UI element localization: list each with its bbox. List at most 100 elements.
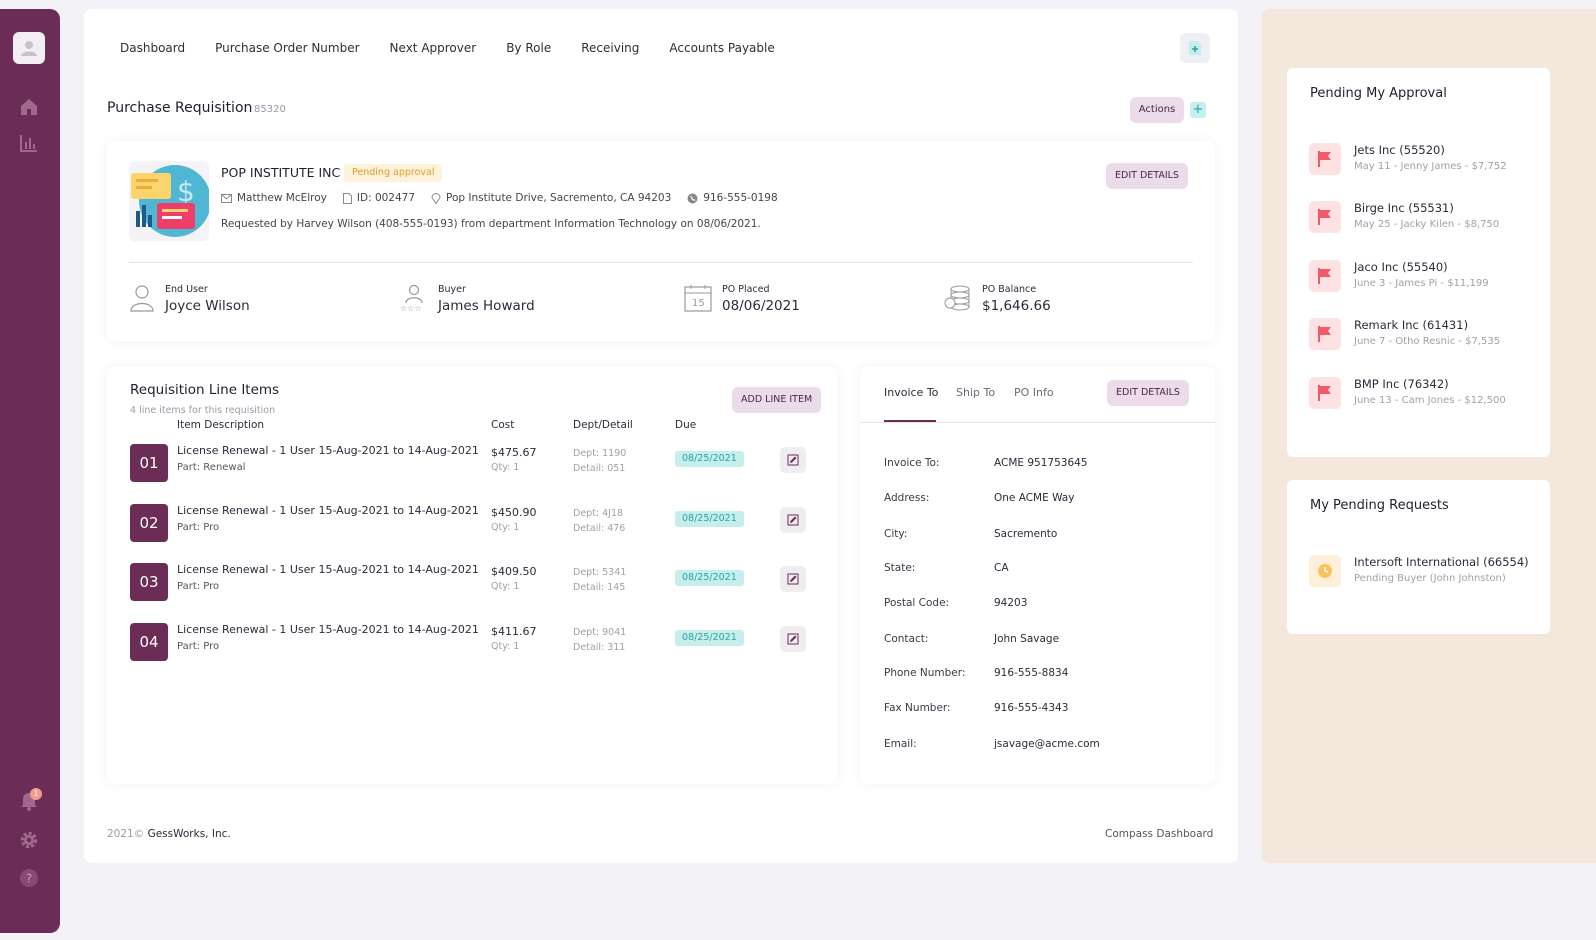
field-label: State: [884,562,916,574]
nav-purchase-order-number[interactable]: Purchase Order Number [215,41,359,55]
column-header-due: Due [675,419,697,431]
item-qty: Qty: 1 [491,522,520,533]
home-icon[interactable] [18,96,40,118]
item-due-badge: 08/25/2021 [675,630,744,646]
field-label: Contact: [884,633,929,645]
item-qty: Qty: 1 [491,641,520,652]
nav-next-approver[interactable]: Next Approver [390,41,477,55]
line-items-title: Requisition Line Items [130,382,280,398]
mail-icon [221,193,232,203]
field-label: Invoice To: [884,457,940,469]
user-icon [21,41,37,56]
line-items-card: Requisition Line Items 4 line items for … [107,366,837,784]
item-description: License Renewal - 1 User 15-Aug-2021 to … [177,563,479,576]
edit-row-button[interactable] [780,447,806,473]
chart-icon[interactable] [18,132,40,154]
field-label: Postal Code: [884,597,950,609]
field-value: ACME 951753645 [994,457,1088,469]
nav-receiving[interactable]: Receiving [581,41,639,55]
row-number: 01 [130,444,168,482]
edit-vendor-button[interactable]: EDIT DETAILS [1106,163,1188,189]
document-plus-icon [1189,41,1201,55]
phone-icon [687,193,698,203]
new-document-button[interactable] [1180,33,1210,63]
item-cost: $409.50 [491,565,537,578]
tab-po-info[interactable]: PO Info [1014,386,1054,399]
calendar-icon: 15 [684,285,712,312]
svg-text:☆☆☆: ☆☆☆ [400,304,422,312]
item-dept: Dept: 5341 Detail: 145 [573,567,627,593]
main-panel: Dashboard Purchase Order Number Next App… [84,9,1238,863]
edit-row-button[interactable] [780,626,806,652]
requisition-number: 85320 [254,104,286,115]
tab-ship-to[interactable]: Ship To [956,386,995,399]
profile-avatar[interactable] [13,32,45,64]
gear-icon[interactable] [18,829,40,851]
item-cost: $411.67 [491,625,537,638]
divider [860,422,1215,423]
item-due-badge: 08/25/2021 [675,570,744,586]
field-value: One ACME Way [994,492,1075,504]
invoice-card: Invoice To Ship To PO Info EDIT DETAILS … [860,366,1215,784]
pending-approval-card: Pending My Approval Jets Inc (55520) May… [1287,68,1550,457]
location-icon [431,192,441,204]
add-line-item-button[interactable]: ADD LINE ITEM [732,387,822,413]
actions-button[interactable]: Actions [1130,97,1184,123]
item-dept: Dept: 1190 Detail: 051 [573,448,627,474]
flag-icon [1318,209,1331,225]
item-description: License Renewal - 1 User 15-Aug-2021 to … [177,444,479,457]
field-value: 916-555-8834 [994,667,1069,679]
item-due-badge: 08/25/2021 [675,511,744,527]
buyer-rating-icon: ☆☆☆ [400,284,423,312]
flag-icon [1318,268,1331,284]
pencil-icon [787,573,799,585]
item-due-badge: 08/25/2021 [675,451,744,467]
item-qty: Qty: 1 [491,462,520,473]
tab-invoice-to[interactable]: Invoice To [884,386,938,399]
field-label: Address: [884,492,930,504]
sidebar: 1 ? [0,9,60,933]
vendor-address: Pop Institute Drive, Sacremento, CA 9420… [446,192,672,204]
vendor-name: POP INSTITUTE INC [221,165,341,180]
divider [129,262,1193,263]
table-row: 01 License Renewal - 1 User 15-Aug-2021 … [130,444,815,486]
add-button[interactable]: + [1190,102,1206,118]
field-value: jsavage@acme.com [994,738,1100,750]
right-panel: Pending My Approval Jets Inc (55520) May… [1262,9,1596,863]
nav-dashboard[interactable]: Dashboard [120,41,185,55]
vendor-card: $ POP INSTITUTE INC Pending approval Mat… [107,141,1215,341]
table-row: 03 License Renewal - 1 User 15-Aug-2021 … [130,563,815,605]
column-header-description: Item Description [177,419,265,431]
vendor-meta: Matthew McElroy ID: 002477 Pop Institute… [221,192,778,204]
stat-po-balance: PO Balance $1,646.66 [944,284,1051,314]
field-label: Email: [884,738,917,750]
notification-badge: 1 [30,788,42,800]
row-number: 03 [130,563,168,601]
edit-row-button[interactable] [780,507,806,533]
field-value: John Savage [994,633,1060,645]
item-cost: $475.67 [491,446,537,459]
pencil-icon [787,633,799,645]
item-description: License Renewal - 1 User 15-Aug-2021 to … [177,623,479,636]
edit-row-button[interactable] [780,566,806,592]
table-row: 02 License Renewal - 1 User 15-Aug-2021 … [130,504,815,546]
column-header-dept: Dept/Detail [573,419,633,431]
item-qty: Qty: 1 [491,581,520,592]
footer-app-name: Compass Dashboard [1105,828,1214,840]
field-label: Fax Number: [884,702,951,714]
field-value: 94203 [994,597,1028,609]
edit-invoice-button[interactable]: EDIT DETAILS [1107,380,1189,406]
pending-requests-title: My Pending Requests [1310,498,1449,513]
requested-by-text: Requested by Harvey Wilson (408-555-0193… [221,218,761,230]
coins-icon [944,285,970,311]
status-badge: Pending approval [344,164,443,182]
nav-by-role[interactable]: By Role [506,41,551,55]
help-icon[interactable]: ? [18,867,40,889]
field-value: Sacremento [994,528,1058,540]
stat-end-user: End User Joyce Wilson [129,284,250,314]
nav-accounts-payable[interactable]: Accounts Payable [669,41,774,55]
item-cost: $450.90 [491,506,537,519]
pencil-icon [787,454,799,466]
svg-text:?: ? [26,872,32,886]
line-items-subtitle: 4 line items for this requisition [130,405,276,416]
